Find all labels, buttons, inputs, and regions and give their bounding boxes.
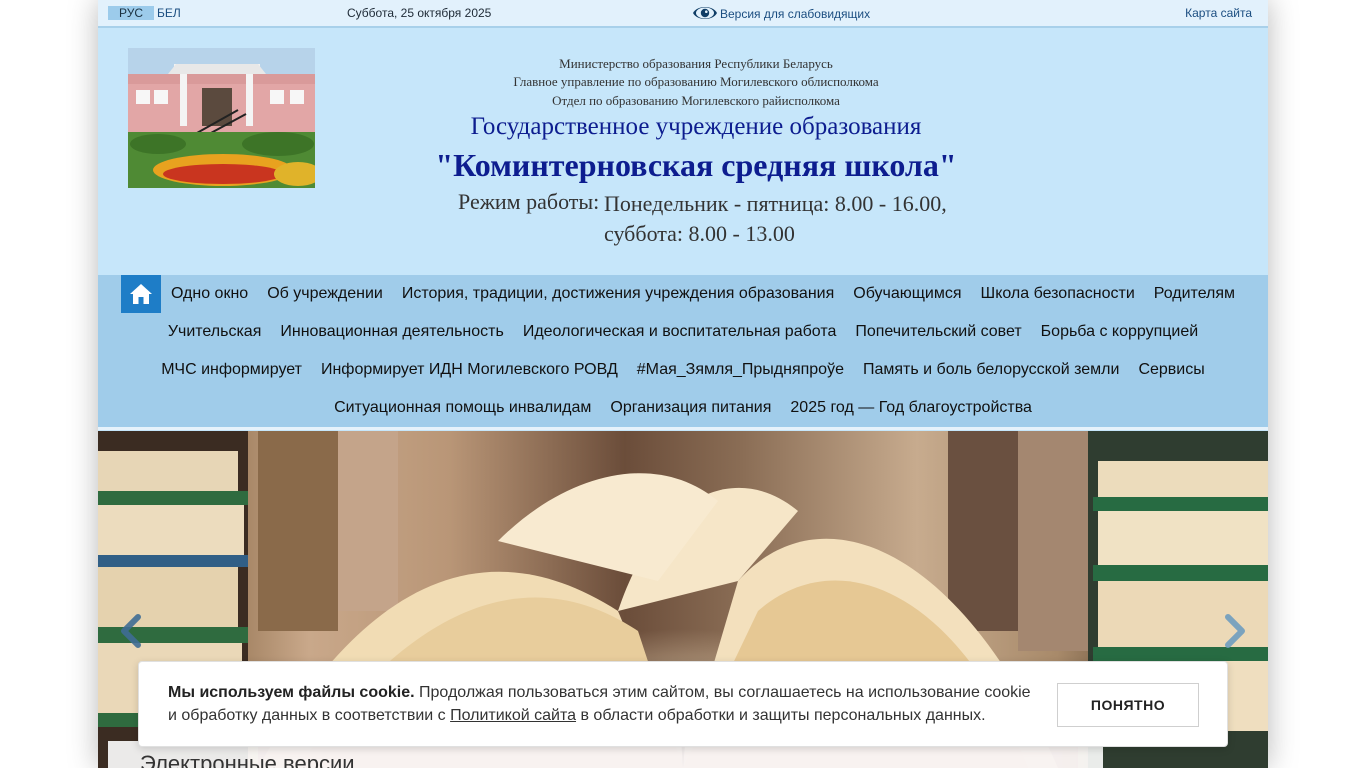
- ministry-line-2: Главное управление по образованию Могиле…: [513, 74, 879, 89]
- nav-item-memory[interactable]: Память и боль белорусской земли: [853, 351, 1128, 389]
- cookie-text: Мы используем файлы cookie. Продолжая по…: [168, 681, 1038, 727]
- nav-item-services[interactable]: Сервисы: [1129, 351, 1214, 389]
- nav-item-ideology[interactable]: Идеологическая и воспитательная работа: [513, 313, 846, 351]
- nav-item-students[interactable]: Обучающимся: [844, 275, 971, 313]
- nav-item-emergency[interactable]: МЧС информирует: [152, 351, 312, 389]
- chevron-left-icon: [121, 614, 141, 648]
- nav-item-innovation[interactable]: Инновационная деятельность: [271, 313, 513, 351]
- eye-icon[interactable]: [692, 3, 718, 23]
- nav-row-1: Одно окно Об учреждении История, традици…: [98, 275, 1268, 313]
- nav-item-disability-help[interactable]: Ситуационная помощь инвалидам: [325, 389, 601, 427]
- nav-item-one-window[interactable]: Одно окно: [161, 275, 257, 313]
- home-button[interactable]: [121, 275, 162, 313]
- nav-item-safety-school[interactable]: Школа безопасности: [971, 275, 1144, 313]
- cookie-text-part2: в области обработки и защиты персональны…: [576, 707, 986, 724]
- top-bar: РУС БЕЛ Суббота, 25 октября 2025 Версия …: [98, 0, 1268, 28]
- nav-item-year-2025[interactable]: 2025 год — Год благоустройства: [781, 389, 1042, 427]
- lang-rus-button[interactable]: РУС: [108, 6, 154, 20]
- cookie-text-bold: Мы используем файлы cookie.: [168, 684, 415, 701]
- site-policy-link[interactable]: Политикой сайта: [450, 707, 576, 724]
- chevron-right-icon: [1225, 614, 1245, 648]
- nav-item-idn[interactable]: Информирует ИДН Могилевского РОВД: [311, 351, 627, 389]
- school-photo: [128, 48, 315, 188]
- working-hours: Понедельник - пятница: 8.00 - 16.00, суб…: [604, 189, 947, 249]
- nav-row-2: Учительская Инновационная деятельность И…: [98, 313, 1268, 351]
- nav-item-my-land[interactable]: #Мая_Зямля_Прыдняпроўе: [627, 351, 853, 389]
- hours-saturday: суббота: 8.00 - 13.00: [604, 221, 795, 246]
- nav-item-trustees[interactable]: Попечительский совет: [846, 313, 1031, 351]
- ministry-line-3: Отдел по образованию Могилевского райисп…: [552, 93, 840, 108]
- nav-row-4: Ситуационная помощь инвалидам Организаци…: [98, 389, 1268, 427]
- home-icon: [130, 284, 153, 304]
- cookie-accept-button[interactable]: ПОНЯТНО: [1057, 683, 1199, 727]
- nav-item-teachers[interactable]: Учительская: [158, 313, 271, 351]
- hours-weekdays: Понедельник - пятница: 8.00 - 16.00,: [604, 191, 947, 216]
- school-name: "Коминтерновская средняя школа": [435, 147, 957, 183]
- sitemap-link[interactable]: Карта сайта: [1185, 6, 1252, 20]
- hours-label: Режим работы:: [458, 189, 600, 214]
- page-container: РУС БЕЛ Суббота, 25 октября 2025 Версия …: [98, 0, 1268, 768]
- ministry-line-1: Министерство образования Республики Бела…: [559, 56, 833, 71]
- nav-item-history[interactable]: История, традиции, достижения учреждения…: [392, 275, 843, 313]
- current-date: Суббота, 25 октября 2025: [347, 6, 492, 20]
- nav-item-anticorruption[interactable]: Борьба с коррупцией: [1031, 313, 1208, 351]
- nav-item-about[interactable]: Об учреждении: [258, 275, 393, 313]
- org-type: Государственное учреждение образования: [470, 113, 922, 140]
- nav-item-parents[interactable]: Родителям: [1144, 275, 1244, 313]
- nav-item-catering[interactable]: Организация питания: [601, 389, 781, 427]
- low-vision-link[interactable]: Версия для слабовидящих: [720, 7, 870, 21]
- cookie-banner: Мы используем файлы cookie. Продолжая по…: [138, 661, 1228, 747]
- main-nav: Одно окно Об учреждении История, традици…: [98, 275, 1268, 430]
- lang-bel-button[interactable]: БЕЛ: [157, 6, 181, 20]
- nav-row-3: МЧС информирует Информирует ИДН Могилевс…: [98, 351, 1268, 389]
